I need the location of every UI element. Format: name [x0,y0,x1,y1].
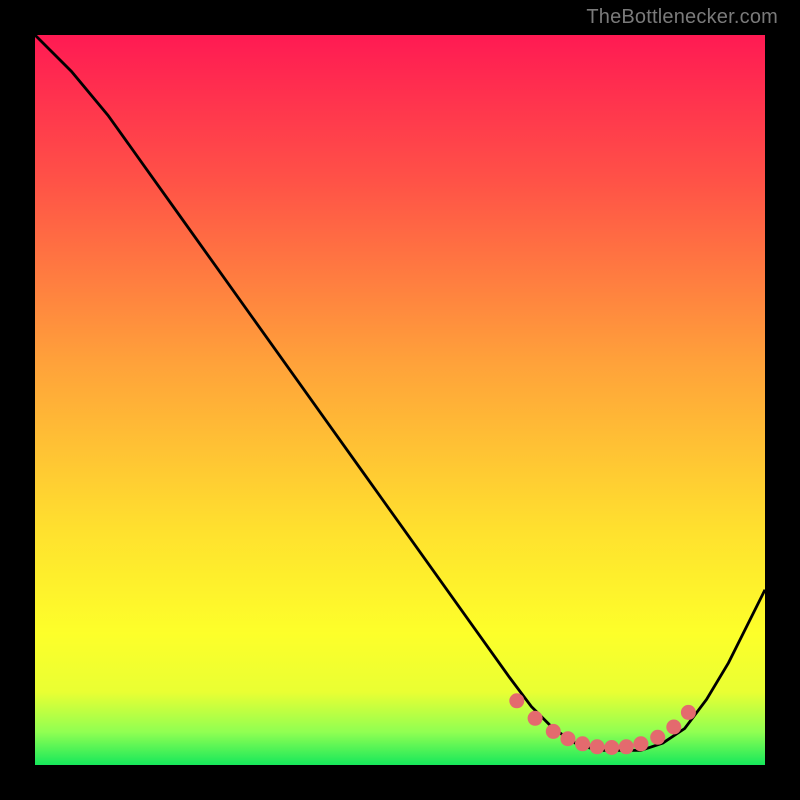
bottleneck-curve [35,35,765,750]
plot-area [35,35,765,765]
attribution-label: TheBottlenecker.com [586,6,778,29]
optimal-marker [546,724,561,739]
optimal-marker [575,736,590,751]
optimal-marker [560,731,575,746]
optimal-marker [509,693,524,708]
optimal-marker [528,711,543,726]
chart-container: TheBottlenecker.com [0,0,800,800]
optimal-marker [666,720,681,735]
optimal-marker [681,705,696,720]
optimal-marker [650,730,665,745]
optimal-marker [590,739,605,754]
optimal-marker [633,736,648,751]
optimal-marker [619,739,634,754]
optimal-range-markers [509,693,696,755]
optimal-marker [604,740,619,755]
curve-layer [35,35,765,765]
